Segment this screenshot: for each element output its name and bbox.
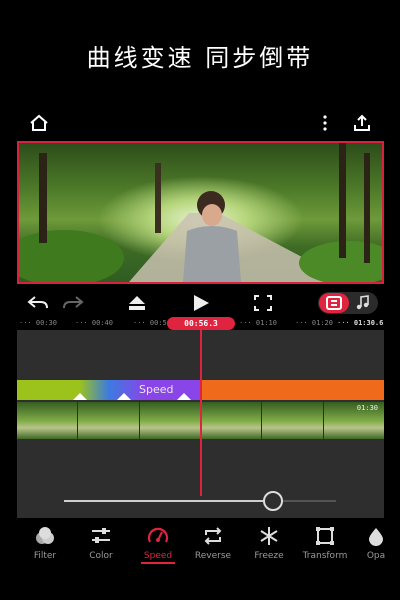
selected-tool-underline: [141, 562, 175, 564]
video-preview[interactable]: [17, 141, 384, 284]
clip-thumbnail: [78, 402, 139, 439]
snowflake-icon: [260, 527, 278, 545]
ruler-tick: ··· 00:30: [19, 319, 57, 327]
tool-freeze[interactable]: Freeze: [241, 526, 297, 561]
redo-icon[interactable]: [61, 292, 85, 314]
play-icon[interactable]: [191, 292, 211, 314]
more-vertical-icon[interactable]: [314, 112, 336, 134]
tool-label: Color: [89, 551, 113, 561]
home-icon[interactable]: [28, 112, 50, 134]
track-switch[interactable]: [318, 292, 378, 314]
opacity-icon: [369, 528, 383, 546]
tool-color[interactable]: Color: [73, 526, 129, 561]
tool-label: Filter: [33, 551, 57, 561]
ruler-tick: ··· 00:40: [75, 319, 113, 327]
clip-thumbnail: [17, 402, 78, 439]
clip-duration: 01:30: [356, 404, 378, 412]
tool-label: Opa: [366, 551, 386, 561]
speedometer-icon: [147, 527, 169, 543]
tool-filter[interactable]: Filter: [17, 526, 73, 561]
reverse-icon: [204, 527, 222, 545]
headline: 曲线变速 同步倒带: [86, 44, 314, 72]
fullscreen-icon[interactable]: [253, 292, 273, 314]
share-icon[interactable]: [351, 112, 373, 134]
tool-speed[interactable]: Speed: [130, 526, 186, 561]
clip-thumbnail: [200, 402, 262, 439]
edit-toolbar: Filter Color Speed Reverse Freeze Transf…: [0, 518, 400, 570]
tool-transform[interactable]: Transform: [297, 526, 353, 561]
tool-label: Freeze: [254, 551, 284, 561]
tool-opacity[interactable]: Opa: [352, 526, 400, 561]
speed-slider-fill: [64, 500, 274, 502]
speed-track-label: Speed: [139, 383, 174, 396]
ruler-tick: ··· 01:30.6: [337, 319, 384, 327]
ruler-tick: ··· 01:20: [295, 319, 333, 327]
tool-label: Speed: [143, 551, 173, 561]
undo-icon[interactable]: [26, 292, 50, 314]
playback-controls-bar: [0, 288, 400, 318]
transform-icon: [316, 527, 334, 545]
playhead-time: 00:56.3: [167, 317, 235, 330]
ruler-tick: ··· 01:10: [239, 319, 277, 327]
keyframe-icon[interactable]: [127, 292, 147, 314]
tool-reverse[interactable]: Reverse: [185, 526, 241, 561]
clip-thumbnail: [139, 402, 200, 439]
tool-label: Transform: [302, 551, 348, 561]
color-adjust-icon: [92, 528, 110, 543]
video-frame-image: [19, 143, 382, 282]
speed-slider[interactable]: [64, 491, 336, 511]
tool-label: Reverse: [194, 551, 232, 561]
clip-thumbnail: [262, 402, 323, 439]
playhead-line[interactable]: [200, 318, 202, 496]
filter-icon: [36, 527, 54, 544]
